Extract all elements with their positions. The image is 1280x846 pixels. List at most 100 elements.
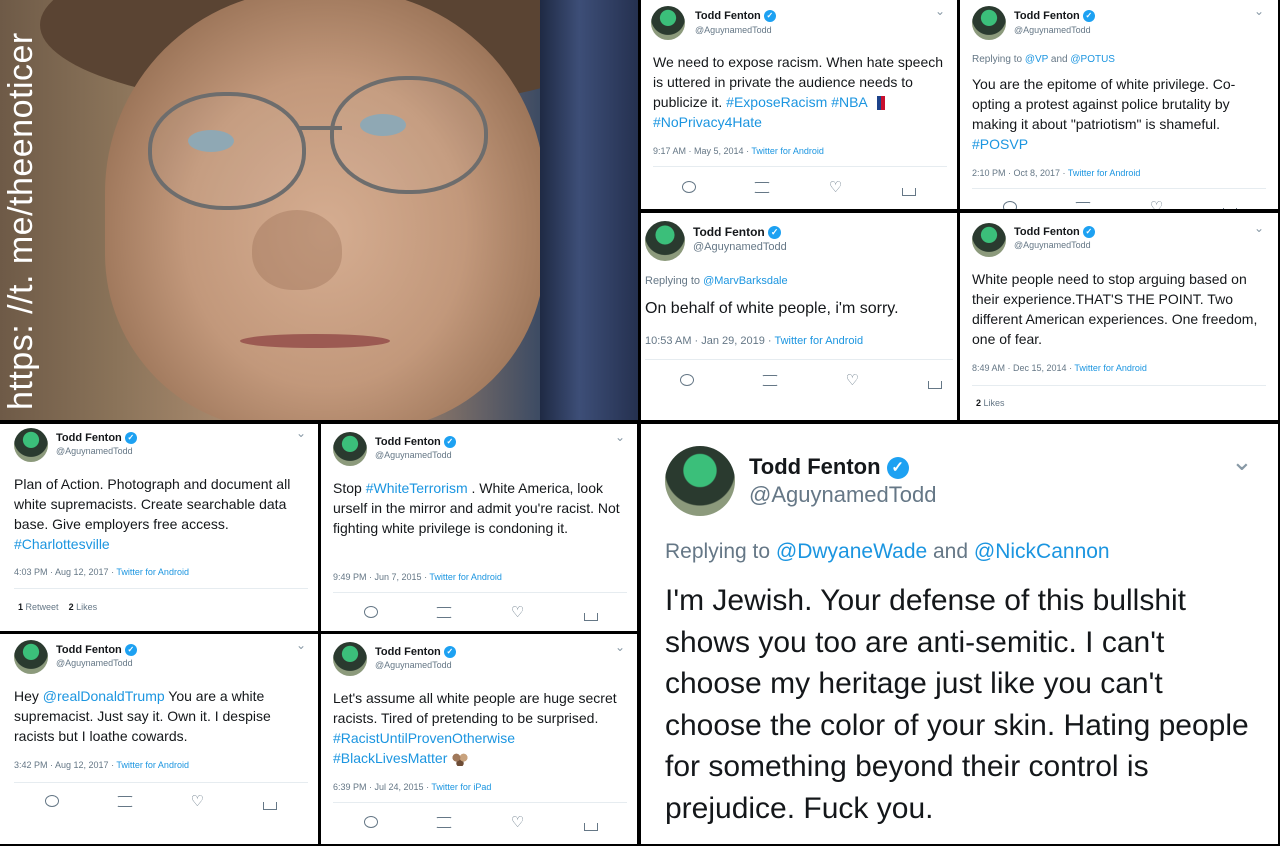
source-link[interactable]: Twitter for Android (116, 567, 189, 577)
tweet-card-trump[interactable]: Todd Fenton ✓ @AguynamedTodd ⌄ Hey @real… (0, 634, 318, 844)
like-icon[interactable]: ♡ (187, 794, 207, 812)
verified-badge-icon: ✓ (886, 457, 909, 480)
source-link[interactable]: Twitter for Android (774, 335, 863, 347)
display-name[interactable]: Todd Fenton ✓ (56, 432, 137, 445)
retweet-icon[interactable] (434, 815, 454, 833)
display-name[interactable]: Todd Fenton ✓ (56, 644, 137, 657)
chevron-down-icon[interactable]: ⌄ (1254, 4, 1264, 18)
source-link[interactable]: Twitter for iPad (431, 782, 491, 792)
tweet-card-reply-marv[interactable]: Todd Fenton ✓ @AguynamedTodd Replying to… (641, 213, 957, 420)
share-icon[interactable] (260, 794, 280, 812)
mention-link[interactable]: @DwyaneWade (776, 540, 927, 563)
hashtag-link[interactable]: #ExposeRacism #NBA (726, 94, 867, 110)
handle[interactable]: @AguynamedTodd (56, 446, 133, 456)
divider (333, 802, 627, 803)
tweet-card-white-terrorism[interactable]: Todd Fenton ✓ @AguynamedTodd ⌄ Stop #Whi… (321, 424, 637, 631)
retweet-icon[interactable] (760, 373, 780, 391)
avatar[interactable] (645, 221, 685, 261)
display-name[interactable]: Todd Fenton ✓ (375, 646, 456, 659)
share-icon[interactable] (1220, 200, 1240, 209)
avatar[interactable] (972, 6, 1006, 40)
hashtag-link[interactable]: #Charlottesville (14, 536, 110, 552)
tweet-text: Let's assume all white people are huge s… (333, 690, 617, 767)
retweet-icon[interactable] (434, 605, 454, 623)
handle[interactable]: @AguynamedTodd (749, 482, 936, 508)
avatar[interactable] (333, 642, 367, 676)
reply-icon[interactable] (361, 605, 381, 623)
mention-link[interactable]: @MarvBarksdale (703, 275, 788, 287)
reply-icon[interactable] (1000, 200, 1020, 209)
chevron-down-icon[interactable]: ⌄ (615, 640, 625, 654)
nose-shape (252, 210, 342, 290)
reply-icon[interactable] (677, 373, 697, 391)
tweet-card-white-people[interactable]: Todd Fenton ✓ @AguynamedTodd ⌄ White peo… (960, 213, 1278, 420)
tweet-card-expose-racism[interactable]: Todd Fenton ✓ @AguynamedTodd ⌄ We need t… (641, 0, 957, 209)
hashtag-link[interactable]: #WhiteTerrorism (366, 480, 468, 496)
chevron-down-icon[interactable]: ⌄ (296, 638, 306, 652)
source-link[interactable]: Twitter for Android (1068, 168, 1141, 178)
like-count[interactable]: 2 Likes (976, 398, 1005, 408)
display-name[interactable]: Todd Fenton ✓ (695, 10, 776, 23)
display-name[interactable]: Todd Fenton ✓ (749, 454, 909, 480)
handle[interactable]: @AguynamedTodd (1014, 25, 1091, 35)
share-icon[interactable] (899, 180, 919, 198)
chevron-down-icon[interactable]: ⌄ (296, 426, 306, 440)
like-icon[interactable]: ♡ (826, 180, 846, 198)
tweet-card-reply-vp[interactable]: Todd Fenton ✓ @AguynamedTodd ⌄ Replying … (960, 0, 1278, 209)
tweet-card-assume[interactable]: Todd Fenton ✓ @AguynamedTodd ⌄ Let's ass… (321, 634, 637, 844)
verified-badge-icon: ✓ (443, 436, 456, 449)
tweet-card-jewish[interactable]: Todd Fenton ✓ @AguynamedTodd ⌄ Replying … (641, 424, 1278, 844)
reply-icon[interactable] (361, 815, 381, 833)
mention-link[interactable]: @NickCannon (974, 540, 1110, 563)
mention-link[interactable]: @VP (1025, 54, 1048, 65)
avatar[interactable] (14, 640, 48, 674)
like-icon[interactable]: ♡ (842, 373, 862, 391)
reply-icon[interactable] (42, 794, 62, 812)
avatar[interactable] (665, 446, 735, 516)
handle[interactable]: @AguynamedTodd (693, 241, 787, 253)
glasses-bridge (298, 126, 342, 130)
verified-badge-icon: ✓ (1082, 10, 1095, 23)
handle[interactable]: @AguynamedTodd (375, 660, 452, 670)
handle[interactable]: @AguynamedTodd (375, 450, 452, 460)
handle[interactable]: @AguynamedTodd (56, 658, 133, 668)
source-link[interactable]: Twitter for Android (1074, 363, 1147, 373)
handle[interactable]: @AguynamedTodd (1014, 240, 1091, 250)
share-icon[interactable] (581, 605, 601, 623)
source-link[interactable]: Twitter for Android (751, 146, 824, 156)
avatar[interactable] (651, 6, 685, 40)
display-name[interactable]: Todd Fenton ✓ (1014, 10, 1095, 23)
hashtag-link[interactable]: #RacistUntilProvenOtherwise #BlackLivesM… (333, 730, 515, 766)
avatar[interactable] (14, 428, 48, 462)
chevron-down-icon[interactable]: ⌄ (935, 4, 945, 18)
hashtag-link[interactable]: #NoPrivacy4Hate (653, 114, 762, 130)
avatar[interactable] (972, 223, 1006, 257)
source-link[interactable]: Twitter for Android (429, 572, 502, 582)
replying-to: Replying to @VP and @POTUS (972, 54, 1115, 65)
mention-link[interactable]: @POTUS (1070, 54, 1115, 65)
source-link[interactable]: Twitter for Android (116, 760, 189, 770)
reply-icon[interactable] (679, 180, 699, 198)
display-name[interactable]: Todd Fenton ✓ (1014, 226, 1095, 239)
chevron-down-icon[interactable]: ⌄ (615, 430, 625, 444)
chevron-down-icon[interactable]: ⌄ (1231, 446, 1253, 477)
tweet-meta: 8:49 AM · Dec 15, 2014 · Twitter for And… (972, 363, 1147, 373)
mouth-shape (240, 334, 390, 348)
engagement-stats[interactable]: 1 Retweet 2 Likes (18, 602, 97, 612)
share-icon[interactable] (925, 373, 945, 391)
retweet-icon[interactable] (1073, 200, 1093, 209)
like-icon[interactable]: ♡ (508, 605, 528, 623)
like-icon[interactable]: ♡ (1147, 200, 1167, 209)
handle[interactable]: @AguynamedTodd (695, 25, 772, 35)
share-icon[interactable] (581, 815, 601, 833)
retweet-icon[interactable] (115, 794, 135, 812)
tweet-card-plan-of-action[interactable]: Todd Fenton ✓ @AguynamedTodd ⌄ Plan of A… (0, 424, 318, 631)
mention-link[interactable]: @realDonaldTrump (43, 688, 165, 704)
avatar[interactable] (333, 432, 367, 466)
retweet-icon[interactable] (752, 180, 772, 198)
hashtag-link[interactable]: #POSVP (972, 136, 1028, 152)
display-name[interactable]: Todd Fenton ✓ (693, 225, 782, 240)
display-name[interactable]: Todd Fenton ✓ (375, 436, 456, 449)
like-icon[interactable]: ♡ (508, 815, 528, 833)
chevron-down-icon[interactable]: ⌄ (1254, 221, 1264, 235)
